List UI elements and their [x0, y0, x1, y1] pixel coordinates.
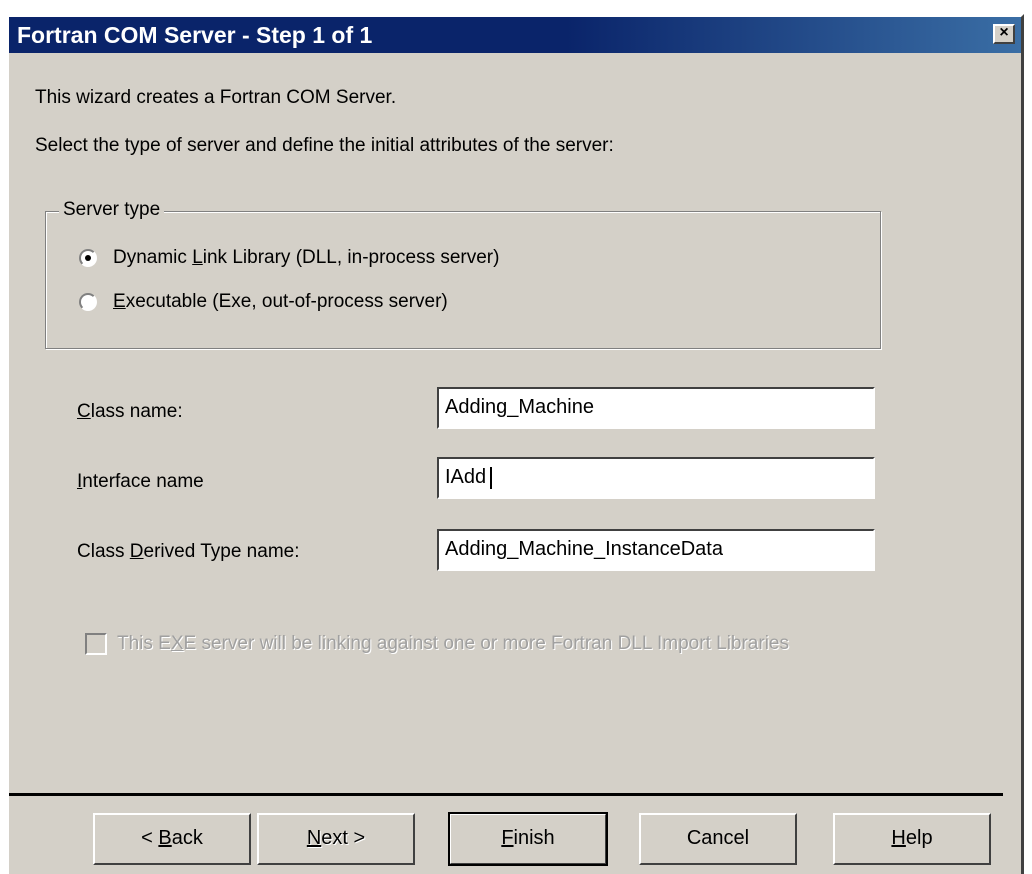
exe-import-libs-label: This EXE server will be linking against …	[117, 633, 789, 654]
radio-selected-dot	[85, 255, 91, 261]
radio-dll-button[interactable]	[79, 249, 97, 267]
finish-button[interactable]: Finish	[448, 812, 608, 866]
cancel-button[interactable]: Cancel	[639, 813, 797, 865]
title-bar[interactable]: Fortran COM Server - Step 1 of 1 ×	[9, 17, 1021, 53]
radio-dll-label[interactable]: Dynamic Link Library (DLL, in-process se…	[113, 247, 499, 269]
button-separator	[9, 793, 1003, 796]
help-button[interactable]: Help	[833, 813, 991, 865]
close-icon[interactable]: ×	[993, 24, 1015, 44]
interface-name-input[interactable]: IAdd	[437, 457, 875, 499]
wizard-window: Fortran COM Server - Step 1 of 1 × This …	[6, 14, 1024, 874]
derived-type-input[interactable]: Adding_Machine_InstanceData	[437, 529, 875, 571]
exe-import-libs-checkbox[interactable]	[85, 633, 107, 655]
intro-text: This wizard creates a Fortran COM Server…	[35, 87, 397, 108]
derived-type-label: Class Derived Type name:	[77, 541, 300, 562]
next-button[interactable]: Next >	[257, 813, 415, 865]
class-name-label: Class name:	[77, 401, 183, 422]
window-title: Fortran COM Server - Step 1 of 1	[17, 22, 373, 48]
server-type-legend: Server type	[59, 199, 165, 221]
server-type-group	[45, 211, 881, 349]
radio-exe-label[interactable]: Executable (Exe, out-of-process server)	[113, 291, 448, 313]
text-cursor	[490, 466, 493, 489]
back-button[interactable]: < Back	[93, 813, 251, 865]
instruction-text: Select the type of server and define the…	[35, 135, 614, 156]
radio-exe-button[interactable]	[79, 293, 97, 311]
interface-name-label: Interface name	[77, 471, 204, 492]
class-name-input[interactable]: Adding_Machine	[437, 387, 875, 429]
